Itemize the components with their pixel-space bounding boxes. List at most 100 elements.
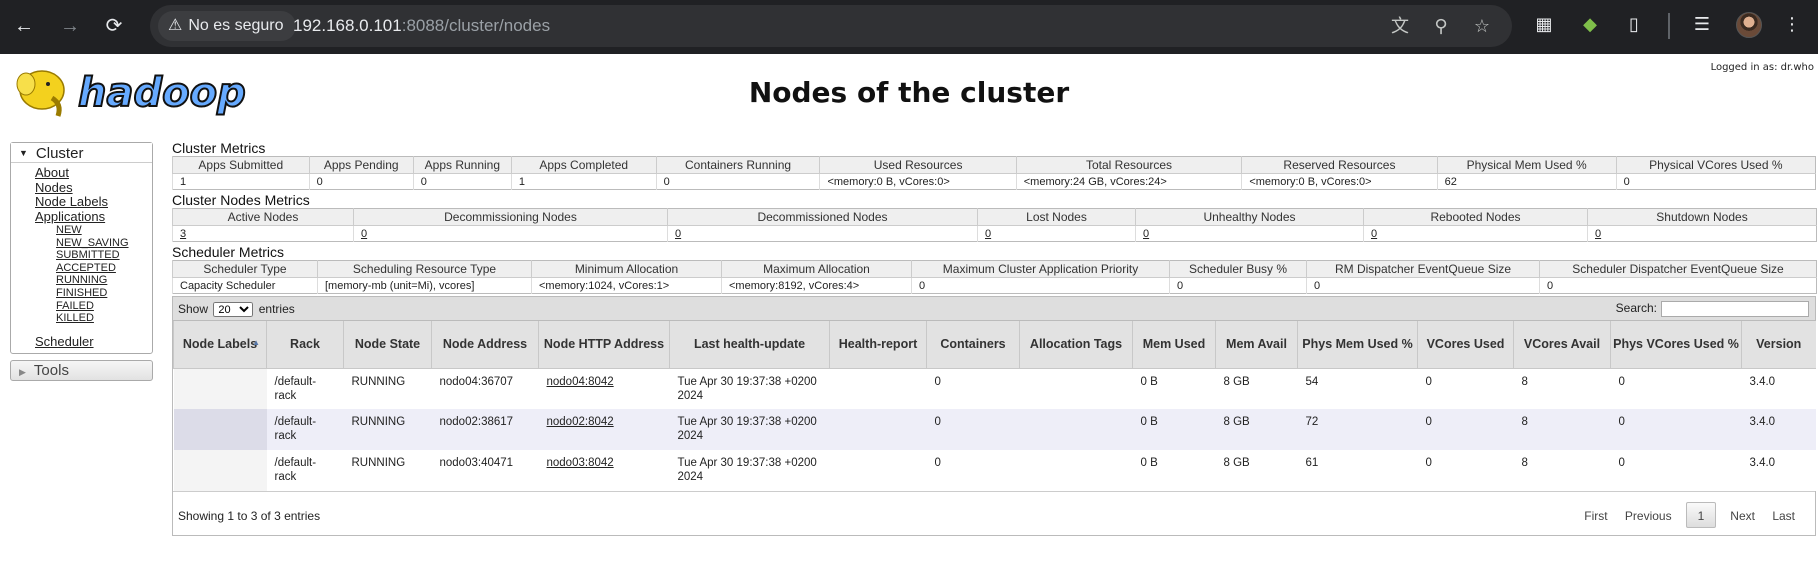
cluster-metrics-header-physical-mem-used: Physical Mem Used % — [1436, 156, 1617, 174]
datatable-footer: Showing 1 to 3 of 3 entries First Previo… — [173, 491, 1815, 535]
extension-flag-icon[interactable]: ▦ — [1532, 12, 1556, 36]
node-metrics-value: 0 — [1363, 225, 1588, 242]
table-row: /default-rack RUNNING nodo02:38617 nodo02:8… — [173, 409, 1816, 450]
bookmark-star-icon[interactable]: ☆ — [1470, 14, 1494, 38]
table-cell-node-state: RUNNING — [343, 368, 432, 409]
node-metrics-value: 3 — [172, 225, 354, 242]
translate-icon[interactable]: 文 — [1388, 14, 1412, 38]
forward-icon[interactable]: → — [54, 10, 86, 42]
column-header-phys-vcores-used[interactable]: Phys VCores Used % — [1610, 321, 1742, 369]
pager-last[interactable]: Last — [1765, 503, 1802, 529]
column-header-node-address[interactable]: Node Address — [431, 321, 539, 369]
sort-asc-icon: ▲ — [252, 338, 260, 347]
cluster-metrics-header-apps-running: Apps Running — [412, 156, 512, 174]
sidebar-link-applications[interactable]: Applications — [35, 209, 152, 225]
collapse-triangle-icon: ▼ — [19, 148, 28, 158]
app-state-link-killed[interactable]: KILLED — [56, 312, 152, 325]
cluster-panel-header[interactable]: ▼ Cluster — [11, 143, 152, 163]
table-cell-node-labels — [173, 368, 267, 409]
cluster-metrics-header-apps-pending: Apps Pending — [308, 156, 414, 174]
reload-icon[interactable]: ⟳ — [98, 10, 130, 42]
table-cell-phys-mem-used: 54 — [1297, 368, 1418, 409]
column-header-vcores-used[interactable]: VCores Used — [1417, 321, 1514, 369]
column-header-vcores-avail[interactable]: VCores Avail — [1513, 321, 1611, 369]
column-header-node-http-address[interactable]: Node HTTP Address — [538, 321, 670, 369]
cluster-metrics-value: 0 — [412, 173, 512, 190]
table-cell-phys-mem-used: 61 — [1297, 450, 1418, 491]
scheduler-metrics-value: 0 — [1306, 277, 1540, 294]
column-header-containers[interactable]: Containers — [926, 321, 1020, 369]
node-metrics-value: 0 — [1587, 225, 1817, 242]
app-state-link-accepted[interactable]: ACCEPTED — [56, 262, 152, 275]
table-cell-rack: /default-rack — [266, 450, 344, 491]
sidebar-link-scheduler[interactable]: Scheduler — [35, 334, 152, 350]
url-text[interactable]: 192.168.0.101:8088/cluster/nodes — [293, 5, 550, 47]
table-cell-node-http-address: nodo02:8042 — [538, 409, 670, 450]
pager-page-1[interactable]: 1 — [1685, 502, 1716, 528]
sidebar-link-node-labels[interactable]: Node Labels — [35, 194, 152, 210]
column-header-last-health-update[interactable]: Last health-update — [669, 321, 830, 369]
scheduler-metrics-value: 0 — [1169, 277, 1307, 294]
table-cell-containers: 0 — [926, 368, 1020, 409]
node-metrics-value-link[interactable]: 0 — [1595, 228, 1601, 240]
column-header-mem-avail[interactable]: Mem Avail — [1215, 321, 1298, 369]
zoom-icon[interactable]: ⚲ — [1429, 14, 1453, 38]
column-header-phys-mem-used[interactable]: Phys Mem Used % — [1297, 321, 1418, 369]
column-header-label: Containers — [940, 337, 1006, 352]
cluster-metrics-header-apps-submitted: Apps Submitted — [172, 156, 310, 174]
security-chip[interactable]: ⚠ No es seguro — [158, 11, 296, 41]
node-metrics-value-link[interactable]: 0 — [1371, 228, 1377, 240]
node-metrics-value-link[interactable]: 3 — [180, 228, 186, 240]
media-queue-icon[interactable]: ☰ — [1690, 12, 1714, 36]
search-label: Search: — [1615, 301, 1657, 316]
cluster-label: Cluster — [35, 145, 84, 162]
app-state-link-finished[interactable]: FINISHED — [56, 287, 152, 300]
table-cell-rack: /default-rack — [266, 368, 344, 409]
node-metrics-header-decommissioned-nodes: Decommissioned Nodes — [667, 208, 978, 226]
app-state-link-submitted[interactable]: SUBMITTED — [56, 249, 152, 262]
table-cell-containers: 0 — [926, 409, 1020, 450]
node-metrics-header-rebooted-nodes: Rebooted Nodes — [1363, 208, 1588, 226]
sidebar-link-nodes[interactable]: Nodes — [35, 180, 152, 196]
column-header-label: Last health-update — [693, 337, 806, 352]
pager-first[interactable]: First — [1577, 503, 1614, 529]
scheduler-metrics-header-maximum-cluster-application-priority: Maximum Cluster Application Priority — [911, 260, 1170, 278]
column-header-node-state[interactable]: Node State — [343, 321, 432, 369]
column-header-version[interactable]: Version — [1741, 321, 1816, 369]
search-input[interactable] — [1661, 301, 1809, 317]
app-state-link-new[interactable]: NEW — [56, 224, 152, 237]
extensions-puzzle-icon[interactable]: ▯ — [1622, 12, 1646, 36]
node-metrics-value-link[interactable]: 0 — [1143, 228, 1149, 240]
back-icon[interactable]: ← — [8, 10, 40, 42]
app-state-link-failed[interactable]: FAILED — [56, 300, 152, 313]
node-metrics-value-link[interactable]: 0 — [985, 228, 991, 240]
column-header-health-report[interactable]: Health-report — [829, 321, 927, 369]
pager-next[interactable]: Next — [1723, 503, 1762, 529]
column-header-rack[interactable]: Rack — [266, 321, 344, 369]
column-header-allocation-tags[interactable]: Allocation Tags — [1019, 321, 1133, 369]
node-http-link[interactable]: nodo03:8042 — [547, 457, 614, 469]
profile-avatar[interactable] — [1736, 12, 1762, 38]
node-http-link[interactable]: nodo04:8042 — [547, 376, 614, 388]
column-header-node-labels[interactable]: Node Labels ▲ — [173, 321, 267, 369]
address-bar[interactable]: ⚠ No es seguro 192.168.0.101:8088/cluster… — [150, 5, 1512, 47]
app-state-link-new-saving[interactable]: NEW_SAVING — [56, 237, 152, 250]
app-state-link-running[interactable]: RUNNING — [56, 274, 152, 287]
menu-kebab-icon[interactable]: ⋮ — [1780, 12, 1804, 36]
column-header-label: Node State — [354, 337, 421, 352]
table-cell-node-address: nodo04:36707 — [431, 368, 539, 409]
column-header-mem-used[interactable]: Mem Used — [1132, 321, 1216, 369]
page-length-select[interactable]: 20 — [213, 302, 254, 317]
sidebar-link-about[interactable]: About — [35, 165, 152, 181]
extension-color-icon[interactable]: ◆ — [1578, 12, 1602, 36]
pager-previous[interactable]: Previous — [1618, 503, 1679, 529]
node-metrics-value-link[interactable]: 0 — [675, 228, 681, 240]
cluster-metrics-title: Cluster Metrics — [172, 140, 266, 156]
tools-panel-header[interactable]: ▶ Tools — [10, 360, 153, 382]
column-header-label: Node Address — [442, 337, 528, 352]
nodes-table: Node Labels ▲ Rack Node State Node Address No… — [173, 321, 1816, 491]
node-http-link[interactable]: nodo02:8042 — [547, 416, 614, 428]
node-metrics-value-link[interactable]: 0 — [361, 228, 367, 240]
table-cell-mem-used: 0 B — [1132, 368, 1216, 409]
table-cell-vcores-used: 0 — [1417, 409, 1514, 450]
